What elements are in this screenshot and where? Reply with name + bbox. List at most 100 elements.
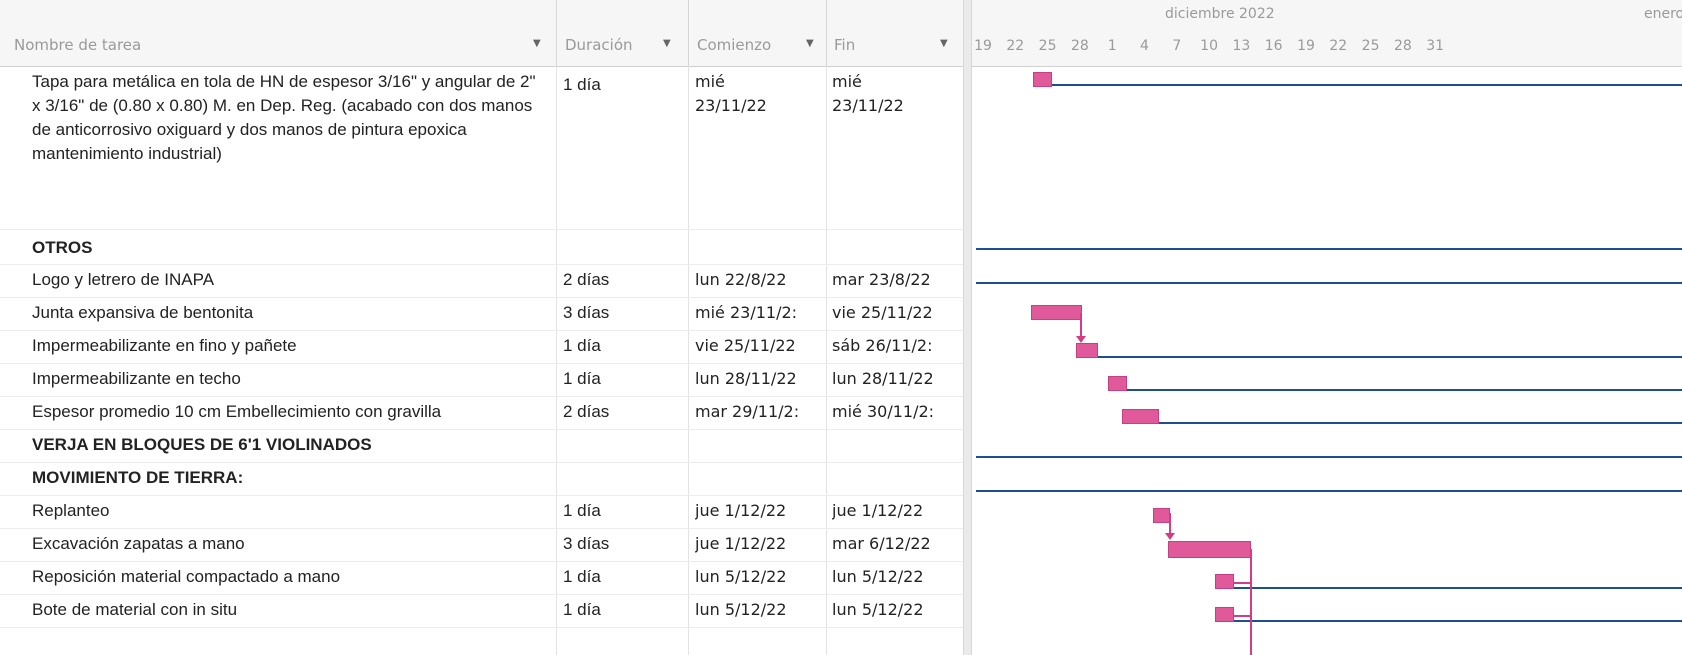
- task-name-cell[interactable]: Excavación zapatas a mano: [32, 532, 547, 556]
- summary-task-row[interactable]: OTROS: [0, 233, 963, 265]
- summary-task-row[interactable]: MOVIMIENTO DE TIERRA:: [0, 463, 963, 496]
- task-row[interactable]: Excavación zapatas a mano 3 días jue 1/12/…: [0, 529, 963, 562]
- task-row[interactable]: Impermeabilizante en techo 1 día lun 28/11…: [0, 364, 963, 397]
- timescale-tick: 16: [1264, 38, 1283, 54]
- duration-cell[interactable]: 1 día: [563, 598, 683, 622]
- gantt-baseline: [1127, 389, 1682, 391]
- finish-cell[interactable]: mié 23/11/22: [832, 70, 927, 118]
- gantt-task-bar[interactable]: [1215, 574, 1234, 589]
- task-row[interactable]: Espesor promedio 10 cm Embellecimiento c…: [0, 397, 963, 430]
- chevron-down-icon: ▼: [806, 38, 814, 49]
- task-name-cell[interactable]: MOVIMIENTO DE TIERRA:: [32, 466, 547, 490]
- dependency-arrow: [1165, 533, 1175, 540]
- task-name-cell[interactable]: VERJA EN BLOQUES DE 6'1 VIOLINADOS: [32, 433, 547, 457]
- duration-cell[interactable]: 3 días: [563, 532, 683, 556]
- row-divider: [0, 627, 963, 628]
- gantt-task-bar[interactable]: [1153, 508, 1170, 523]
- gantt-baseline: [1052, 84, 1682, 86]
- pane-splitter[interactable]: [963, 0, 972, 655]
- task-name-cell[interactable]: Bote de material con in situ: [32, 598, 547, 622]
- column-header-duration[interactable]: Duración: [565, 36, 633, 58]
- timescale-tick: 28: [1070, 38, 1089, 54]
- task-row[interactable]: Junta expansiva de bentonita 3 días mié 23…: [0, 298, 963, 331]
- finish-cell[interactable]: mar 23/8/22: [832, 268, 960, 292]
- timescale-tick: 25: [1361, 38, 1380, 54]
- task-name-cell[interactable]: Impermeabilizante en fino y pañete: [32, 334, 547, 358]
- timescale-month-january: enero: [1644, 6, 1682, 22]
- task-row[interactable]: Reposición material compactado a mano 1 d…: [0, 562, 963, 595]
- task-row[interactable]: Replanteo 1 día jue 1/12/22 jue 1/12/22: [0, 496, 963, 529]
- task-row[interactable]: Logo y letrero de INAPA 2 días lun 22/8/22…: [0, 265, 963, 298]
- finish-cell[interactable]: mié 30/11/2:: [832, 400, 960, 424]
- task-name-cell[interactable]: Reposición material compactado a mano: [32, 565, 547, 589]
- finish-cell[interactable]: lun 5/12/22: [832, 565, 960, 589]
- task-name-cell[interactable]: Junta expansiva de bentonita: [32, 301, 547, 325]
- finish-cell[interactable]: lun 5/12/22: [832, 598, 960, 622]
- duration-cell[interactable]: 2 días: [563, 268, 683, 292]
- gantt-summary-line: [976, 248, 1682, 250]
- start-cell[interactable]: mié 23/11/22: [695, 70, 790, 118]
- start-cell[interactable]: lun 5/12/22: [695, 565, 828, 589]
- start-cell[interactable]: lun 5/12/22: [695, 598, 828, 622]
- task-row[interactable]: Tapa para metálica en tola de HN de espe…: [0, 70, 963, 230]
- column-header-start[interactable]: Comienzo: [697, 36, 771, 58]
- gantt-summary-line: [976, 282, 1682, 284]
- timescale-tick: 10: [1200, 38, 1218, 54]
- timescale-tick: 28: [1393, 38, 1412, 54]
- finish-cell[interactable]: lun 28/11/22: [832, 367, 960, 391]
- gantt-baseline: [1234, 587, 1682, 589]
- column-divider[interactable]: [688, 0, 689, 66]
- timescale-tick: 22: [1006, 38, 1025, 54]
- task-name-cell[interactable]: Tapa para metálica en tola de HN de espe…: [32, 70, 547, 166]
- dependency-link: [1250, 549, 1252, 655]
- task-name-cell[interactable]: Replanteo: [32, 499, 547, 523]
- gantt-task-bar[interactable]: [1031, 305, 1082, 320]
- gantt-task-bar[interactable]: [1168, 541, 1251, 558]
- timescale-tick: 22: [1329, 38, 1348, 54]
- duration-cell[interactable]: 1 día: [563, 334, 683, 358]
- start-cell[interactable]: mar 29/11/2:: [695, 400, 828, 424]
- column-header-finish-label: Fin: [834, 36, 856, 54]
- finish-cell[interactable]: mar 6/12/22: [832, 532, 960, 556]
- chevron-down-icon: ▼: [533, 38, 541, 49]
- task-name-cell[interactable]: Impermeabilizante en techo: [32, 367, 547, 391]
- duration-cell[interactable]: 1 día: [563, 73, 683, 97]
- dependency-arrow: [1076, 336, 1086, 343]
- task-row[interactable]: Impermeabilizante en fino y pañete 1 día v…: [0, 331, 963, 364]
- task-row[interactable]: Bote de material con in situ 1 día lun 5/1…: [0, 595, 963, 628]
- duration-cell[interactable]: 1 día: [563, 367, 683, 391]
- dependency-link: [1234, 615, 1250, 617]
- finish-cell[interactable]: sáb 26/11/2:: [832, 334, 960, 358]
- timescale-tick: 25: [1038, 38, 1057, 54]
- column-header-finish[interactable]: Fin: [834, 36, 855, 58]
- gantt-summary-line: [976, 456, 1682, 458]
- summary-task-row[interactable]: VERJA EN BLOQUES DE 6'1 VIOLINADOS: [0, 430, 963, 463]
- duration-cell[interactable]: 3 días: [563, 301, 683, 325]
- duration-cell[interactable]: 2 días: [563, 400, 683, 424]
- column-divider[interactable]: [826, 0, 827, 66]
- gantt-summary-line: [976, 490, 1682, 492]
- timescale-tick: 7: [1172, 38, 1182, 54]
- start-cell[interactable]: jue 1/12/22: [695, 499, 828, 523]
- finish-cell[interactable]: vie 25/11/22: [832, 301, 960, 325]
- start-cell[interactable]: mié 23/11/2:: [695, 301, 828, 325]
- task-name-cell[interactable]: Logo y letrero de INAPA: [32, 268, 547, 292]
- gantt-task-bar[interactable]: [1108, 376, 1127, 391]
- column-divider[interactable]: [556, 0, 557, 66]
- start-cell[interactable]: jue 1/12/22: [695, 532, 828, 556]
- start-cell[interactable]: vie 25/11/22: [695, 334, 828, 358]
- chevron-down-icon: ▼: [940, 38, 948, 49]
- column-header-task-name[interactable]: Nombre de tarea: [14, 36, 141, 58]
- task-name-cell[interactable]: Espesor promedio 10 cm Embellecimiento c…: [32, 400, 547, 424]
- duration-cell[interactable]: 1 día: [563, 565, 683, 589]
- duration-cell[interactable]: 1 día: [563, 499, 683, 523]
- gantt-task-bar[interactable]: [1033, 72, 1052, 87]
- gantt-task-bar[interactable]: [1122, 409, 1159, 424]
- task-name-cell[interactable]: OTROS: [32, 236, 547, 260]
- start-cell[interactable]: lun 22/8/22: [695, 268, 828, 292]
- timescale-tick: 31: [1426, 38, 1445, 54]
- finish-cell[interactable]: jue 1/12/22: [832, 499, 960, 523]
- gantt-task-bar[interactable]: [1076, 343, 1098, 358]
- gantt-task-bar[interactable]: [1215, 607, 1234, 622]
- start-cell[interactable]: lun 28/11/22: [695, 367, 828, 391]
